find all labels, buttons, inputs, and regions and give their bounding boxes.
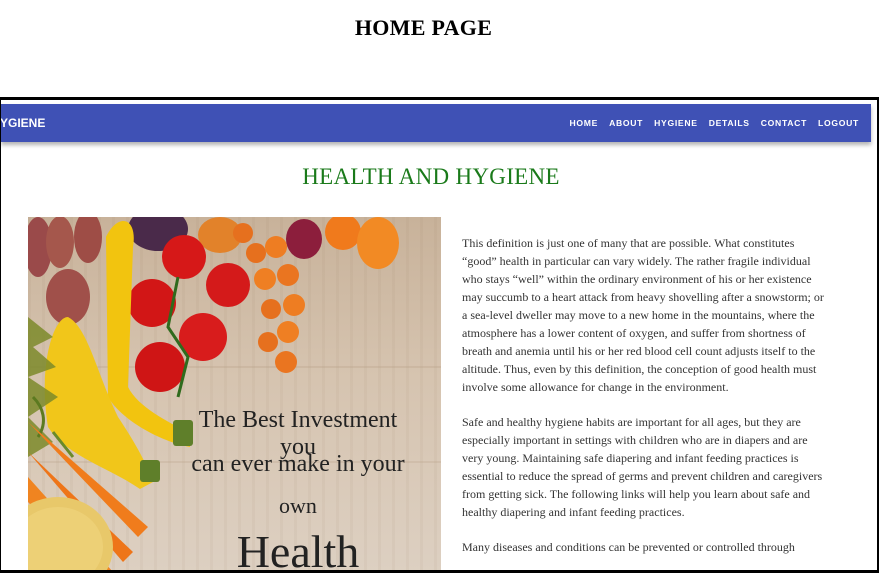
nav-home[interactable]: HOME [569, 118, 598, 128]
document-title: HOME PAGE [354, 15, 493, 40]
vegetables-illustration [28, 217, 441, 570]
brand-name[interactable]: YGIENE [1, 104, 45, 142]
top-navbar: YGIENE HOME ABOUT HYGIENE DETAILS CONTAC… [1, 104, 871, 142]
page-title: HEALTH AND HYGIENE [302, 164, 560, 189]
hero-line-3: own [279, 493, 317, 518]
nav-about[interactable]: ABOUT [609, 118, 643, 128]
nav-contact[interactable]: CONTACT [761, 118, 807, 128]
nav-logout[interactable]: LOGOUT [818, 118, 859, 128]
app-screenshot-frame: YGIENE HOME ABOUT HYGIENE DETAILS CONTAC… [0, 97, 879, 573]
nav-links: HOME ABOUT HYGIENE DETAILS CONTACT LOGOU… [569, 104, 859, 142]
hero-line-2: can ever make in your [191, 451, 405, 477]
hero-image: The Best Investment you can ever make in… [28, 217, 441, 573]
paragraph: This definition is just one of many that… [462, 236, 824, 394]
hero-line-4: Health [236, 526, 360, 573]
nav-hygiene[interactable]: HYGIENE [654, 118, 698, 128]
article-content: This definition is just one of many that… [462, 234, 824, 570]
paragraph: Many diseases and conditions can be prev… [462, 540, 795, 554]
paragraph: Safe and healthy hygiene habits are impo… [462, 415, 823, 519]
nav-details[interactable]: DETAILS [709, 118, 750, 128]
